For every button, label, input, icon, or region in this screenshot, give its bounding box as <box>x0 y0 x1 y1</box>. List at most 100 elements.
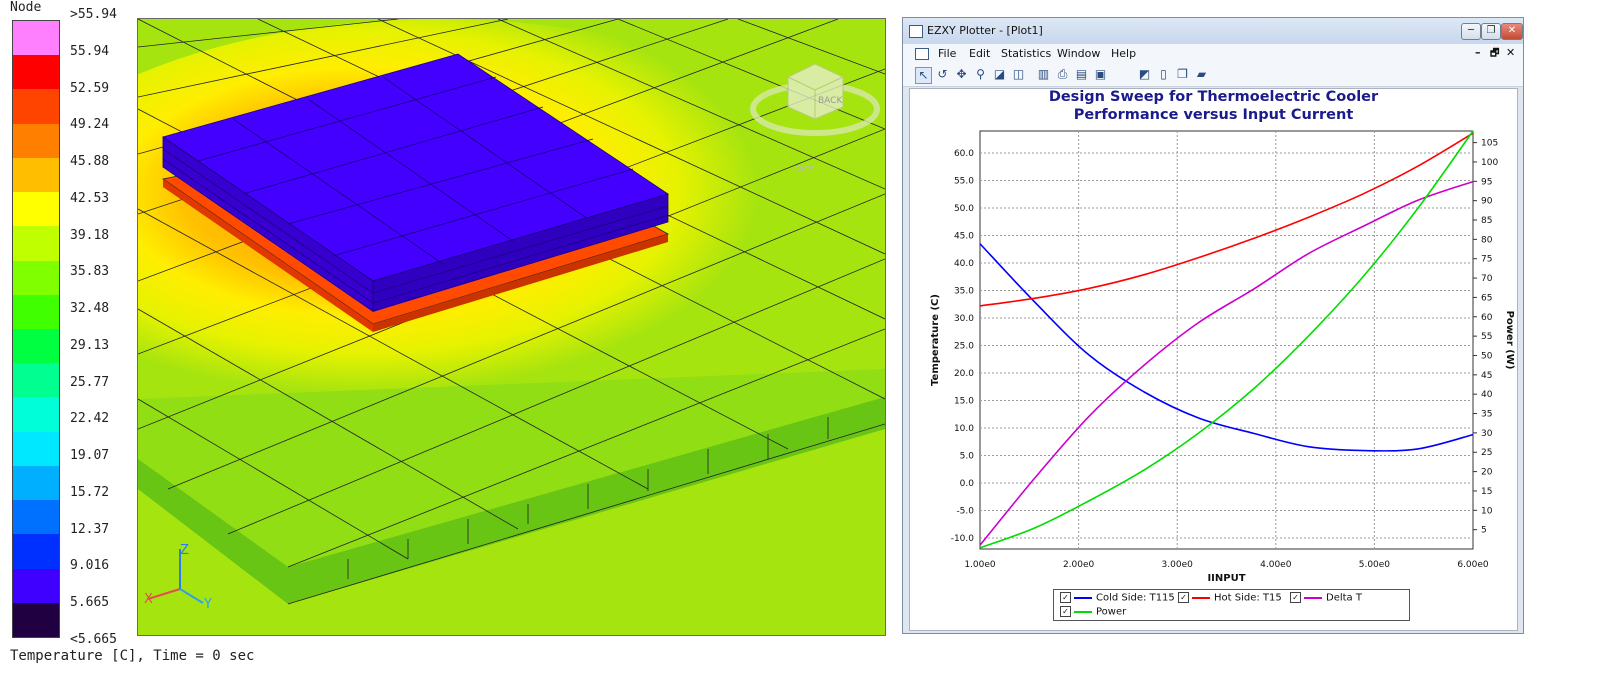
window-titlebar[interactable]: EZXY Plotter - [Plot1] ─ ❐ ✕ <box>903 18 1523 44</box>
legend-swatch <box>13 123 59 158</box>
y2-tick-label: 70 <box>1481 274 1493 284</box>
wcs-label: WCS <box>796 165 815 174</box>
legend-swatch <box>13 294 59 329</box>
pointer-icon[interactable]: ↖ <box>915 67 932 84</box>
legend-value-label: 5.665 <box>70 595 110 611</box>
mdi-minimize-button[interactable]: – <box>1475 46 1481 59</box>
legend-value-label: 35.83 <box>70 264 110 280</box>
y2-tick-label: 90 <box>1481 197 1493 207</box>
y2-tick-label: 95 <box>1481 177 1492 187</box>
legend-swatch <box>13 328 59 364</box>
menu-bar: File Edit Statistics Window Help – 🗗 ✕ <box>903 44 1523 64</box>
y-tick-label: 55.0 <box>954 177 974 187</box>
legend-swatch <box>13 465 59 501</box>
legend-value-label: 12.37 <box>70 521 110 537</box>
legend-swatch <box>13 89 59 124</box>
save-icon[interactable]: ▣ <box>1093 67 1108 82</box>
new-page-icon[interactable]: ▯ <box>1156 67 1171 82</box>
y-tick-label: 10.0 <box>954 424 974 434</box>
legend-swatch <box>13 55 59 90</box>
plot-frame <box>979 130 1474 550</box>
zoom-icon[interactable]: ⚲ <box>973 67 988 82</box>
y2-tick-label: 50 <box>1481 351 1493 361</box>
close-button[interactable]: ✕ <box>1501 23 1523 40</box>
x-tick-label: 4.00e0 <box>1260 560 1292 570</box>
x-tick-label: 1.00e0 <box>964 560 996 570</box>
x-tick-label: 5.00e0 <box>1359 560 1391 570</box>
legend-checkbox[interactable]: ✓ <box>1060 606 1071 617</box>
y2-tick-label: 5 <box>1481 526 1487 536</box>
y2-tick-label: 100 <box>1481 158 1498 168</box>
legend-item-cold-side[interactable]: ✓ Cold Side: T115 <box>1060 592 1175 604</box>
x-tick-label: 3.00e0 <box>1162 560 1194 570</box>
y-tick-label: 30.0 <box>954 314 974 324</box>
legend-value-label: 45.88 <box>70 154 110 170</box>
viewcube-face-label: BACK <box>818 96 843 106</box>
legend-value-label: 42.53 <box>70 190 110 206</box>
y2-tick-label: 55 <box>1481 332 1492 342</box>
zoom-fit-icon[interactable]: ◪ <box>992 67 1007 82</box>
chart-icon[interactable]: ◩ <box>1137 67 1152 82</box>
print-icon[interactable]: ⎙ <box>1055 67 1070 82</box>
menu-file[interactable]: File <box>938 47 956 60</box>
mdi-close-button[interactable]: ✕ <box>1506 46 1515 59</box>
y-tick-label: 60.0 <box>954 149 974 159</box>
legend-swatch <box>13 21 59 56</box>
model-viewport[interactable]: BACK WCS Z Y X <box>137 18 886 636</box>
legend-value-label: 39.18 <box>70 227 110 243</box>
legend-value-label: 32.48 <box>70 301 110 317</box>
rotate-icon[interactable]: ↺ <box>935 67 950 82</box>
y2-tick-label: 105 <box>1481 139 1498 149</box>
open-folder-icon[interactable]: ▰ <box>1194 67 1209 82</box>
chart-legend: ✓ Cold Side: T115 ✓ Hot Side: T15 ✓ Delta T… <box>1053 589 1410 621</box>
legend-value-label: 55.94 <box>70 43 110 59</box>
copy-icon[interactable]: ❐ <box>1175 67 1190 82</box>
y-tick-label: 5.0 <box>960 452 975 462</box>
y2-tick-label: 25 <box>1481 448 1492 458</box>
legend-title: Node <box>10 0 42 15</box>
legend-checkbox[interactable]: ✓ <box>1290 592 1301 603</box>
y-tick-label: 25.0 <box>954 342 974 352</box>
legend-value-label: 25.77 <box>70 374 110 390</box>
menu-edit[interactable]: Edit <box>969 47 990 60</box>
y2-tick-label: 85 <box>1481 216 1492 226</box>
zoom-box-icon[interactable]: ◫ <box>1011 67 1026 82</box>
legend-value-label: 15.72 <box>70 484 110 500</box>
restore-button[interactable]: ❐ <box>1481 23 1501 40</box>
y-axis-label: Temperature (C) <box>930 294 941 386</box>
legend-swatch <box>13 568 59 603</box>
plotter-window[interactable]: EZXY Plotter - [Plot1] ─ ❐ ✕ File Edit S… <box>902 17 1524 634</box>
legend-checkbox[interactable]: ✓ <box>1178 592 1189 603</box>
legend-swatch <box>13 157 59 193</box>
legend-checkbox[interactable]: ✓ <box>1060 592 1071 603</box>
document-icon[interactable] <box>915 48 929 60</box>
y-tick-label: 15.0 <box>954 397 974 407</box>
legend-swatch <box>13 534 59 569</box>
legend-color-bar <box>12 20 60 638</box>
y2-tick-label: 35 <box>1481 410 1492 420</box>
menu-statistics[interactable]: Statistics <box>1001 47 1051 60</box>
print-preview-icon[interactable]: ▤ <box>1074 67 1089 82</box>
legend-swatch <box>13 363 59 398</box>
legend-value-label: 29.13 <box>70 337 110 353</box>
legend-item-power[interactable]: ✓ Power <box>1060 606 1126 618</box>
columns-icon[interactable]: ▥ <box>1036 67 1051 82</box>
legend-value-label: >55.94 <box>70 7 117 22</box>
pan-icon[interactable]: ✥ <box>954 67 969 82</box>
y2-axis-label: Power (W) <box>1504 311 1515 370</box>
legend-item-hot-side[interactable]: ✓ Hot Side: T15 <box>1178 592 1282 604</box>
minimize-button[interactable]: ─ <box>1461 23 1481 40</box>
menu-window[interactable]: Window <box>1057 47 1100 60</box>
window-title: EZXY Plotter - [Plot1] <box>927 24 1043 37</box>
legend-item-delta-t[interactable]: ✓ Delta T <box>1290 592 1362 604</box>
y2-tick-label: 15 <box>1481 487 1492 497</box>
menu-help[interactable]: Help <box>1111 47 1136 60</box>
mdi-restore-button[interactable]: 🗗 <box>1490 46 1499 63</box>
y2-tick-label: 30 <box>1481 429 1493 439</box>
triad-x-label: X <box>144 592 153 607</box>
legend-swatch <box>13 226 59 261</box>
y-tick-label: -10.0 <box>951 534 975 544</box>
plot-area[interactable]: Design Sweep for Thermoelectric Cooler P… <box>909 88 1518 631</box>
legend-swatch <box>13 260 59 295</box>
y2-tick-label: 20 <box>1481 468 1493 478</box>
